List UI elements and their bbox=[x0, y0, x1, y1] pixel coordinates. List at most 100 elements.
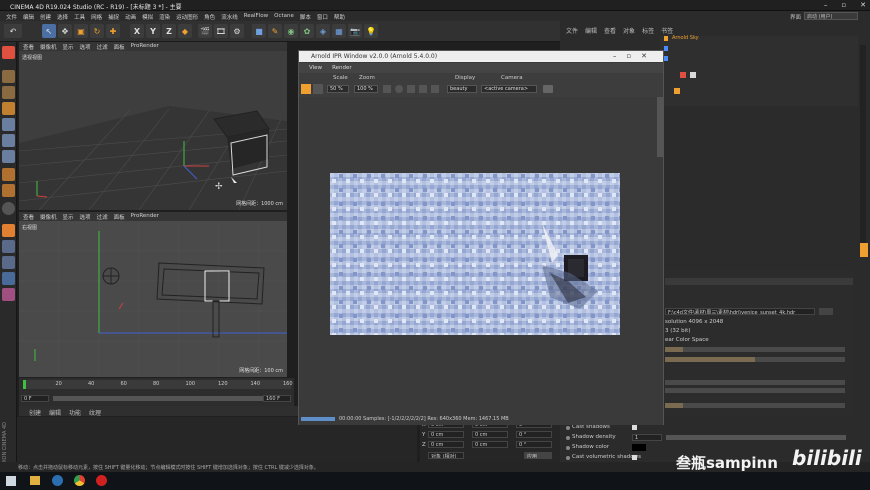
perspective-viewport[interactable]: 查看 摄像机 显示 选项 过滤 面板 ProRender 透视视图 ✢ 网格间距：1000 … bbox=[19, 42, 287, 210]
windows-start-icon[interactable] bbox=[6, 476, 16, 486]
size-y-field[interactable]: 0 cm bbox=[472, 431, 508, 438]
arnold-window-controls[interactable]: –▫✕ bbox=[613, 52, 657, 60]
viewport-menu-item-1[interactable]: 摄像机 bbox=[40, 213, 57, 221]
viewport-menu-item-5[interactable]: 面板 bbox=[114, 213, 125, 221]
x-axis-icon[interactable]: X bbox=[130, 24, 144, 38]
coordinate-system-icon[interactable]: ◆ bbox=[178, 24, 192, 38]
material-menu-item-3[interactable]: 纹理 bbox=[89, 408, 101, 417]
coord-mode-select[interactable]: 对象 (相对) bbox=[428, 452, 464, 459]
browse-button[interactable] bbox=[819, 308, 833, 315]
menu-item-5[interactable]: 网格 bbox=[91, 13, 102, 21]
viewport-menu-item-1[interactable]: 摄像机 bbox=[40, 43, 57, 51]
keyframe-dot-icon[interactable] bbox=[566, 436, 570, 440]
keyframe-dot-icon[interactable] bbox=[566, 456, 570, 460]
array-icon[interactable]: ✿ bbox=[300, 24, 314, 38]
y-field[interactable]: 0 cm bbox=[428, 431, 464, 438]
menu-item-8[interactable]: 模拟 bbox=[142, 13, 153, 21]
keyframe-dot-icon[interactable] bbox=[566, 426, 570, 430]
lock-icon[interactable] bbox=[395, 85, 403, 93]
viewport-menu-item-4[interactable]: 过滤 bbox=[97, 43, 108, 51]
object-tab-2[interactable]: 查看 bbox=[604, 26, 616, 35]
menu-item-10[interactable]: 运动图形 bbox=[176, 13, 198, 21]
chrome-icon[interactable] bbox=[74, 475, 85, 486]
snap-icon[interactable] bbox=[2, 184, 15, 197]
viewport-menu-item-2[interactable]: 显示 bbox=[63, 213, 74, 221]
slider-track[interactable] bbox=[665, 403, 845, 408]
zoom-select[interactable]: 100 % bbox=[354, 85, 378, 93]
file-explorer-icon[interactable] bbox=[30, 476, 40, 485]
material-menu-item-1[interactable]: 编辑 bbox=[49, 408, 61, 417]
minimize-icon[interactable]: – bbox=[824, 1, 828, 9]
rotate-icon[interactable]: ↻ bbox=[90, 24, 104, 38]
preview-range-slider[interactable] bbox=[53, 396, 279, 401]
viewport-menu-item-2[interactable]: 显示 bbox=[63, 43, 74, 51]
live-select-icon[interactable]: ↖ bbox=[42, 24, 56, 38]
recorder-icon[interactable] bbox=[96, 475, 107, 486]
c4d-taskbar-icon[interactable] bbox=[52, 475, 63, 486]
polygons-mode-icon[interactable] bbox=[2, 150, 15, 163]
viewport-menu-item-0[interactable]: 查看 bbox=[23, 213, 34, 221]
recent-tool-icon[interactable]: ✚ bbox=[106, 24, 120, 38]
menu-item-11[interactable]: 角色 bbox=[204, 13, 215, 21]
make-editable-icon[interactable] bbox=[2, 46, 15, 59]
axis-mode-icon[interactable] bbox=[2, 168, 15, 181]
dropdown[interactable] bbox=[665, 388, 845, 393]
end-frame-field[interactable]: 160 F bbox=[263, 395, 291, 402]
menu-item-15[interactable]: 脚本 bbox=[300, 13, 311, 21]
menu-item-7[interactable]: 动画 bbox=[125, 13, 136, 21]
keyframe-dot-icon[interactable] bbox=[566, 446, 570, 450]
viewport-menu-item-6[interactable]: ProRender bbox=[131, 43, 159, 50]
scale-icon[interactable]: ▣ bbox=[74, 24, 88, 38]
display-select[interactable]: beauty bbox=[447, 85, 477, 93]
object-tab-3[interactable]: 对象 bbox=[623, 26, 635, 35]
object-tab-1[interactable]: 编辑 bbox=[585, 26, 597, 35]
viewport-menu-item-6[interactable]: ProRender bbox=[131, 213, 159, 220]
playhead[interactable] bbox=[23, 380, 26, 389]
color-icon[interactable] bbox=[407, 85, 415, 93]
arnold-side-scrollbar[interactable] bbox=[657, 97, 663, 157]
slider-track[interactable] bbox=[665, 357, 845, 362]
menu-item-2[interactable]: 创建 bbox=[40, 13, 51, 21]
region-icon[interactable] bbox=[383, 85, 391, 93]
menu-item-4[interactable]: 工具 bbox=[74, 13, 85, 21]
b-field[interactable]: 0 ° bbox=[516, 441, 552, 448]
points-mode-icon[interactable] bbox=[2, 118, 15, 131]
object-row[interactable]: Arnold Sky bbox=[664, 35, 850, 43]
apply-button[interactable]: 应用 bbox=[524, 452, 552, 459]
snapshot-camera-icon[interactable] bbox=[543, 85, 553, 93]
crop-icon[interactable] bbox=[419, 85, 427, 93]
z-axis-icon[interactable]: Z bbox=[162, 24, 176, 38]
arnold-menu-item-0[interactable]: View bbox=[309, 65, 322, 71]
xp-icon[interactable] bbox=[2, 288, 15, 301]
material-menu-item-2[interactable]: 功能 bbox=[69, 408, 81, 417]
object-tab-4[interactable]: 标签 bbox=[642, 26, 654, 35]
menu-item-6[interactable]: 捕捉 bbox=[108, 13, 119, 21]
menu-item-17[interactable]: 帮助 bbox=[334, 13, 345, 21]
object-tab-5[interactable]: 书签 bbox=[661, 26, 673, 35]
deformer-icon[interactable]: ◈ bbox=[316, 24, 330, 38]
workplane-icon[interactable] bbox=[2, 102, 15, 115]
move-icon[interactable]: ✥ bbox=[58, 24, 72, 38]
menu-item-14[interactable]: Octane bbox=[274, 13, 294, 21]
viewport-menu-item-0[interactable]: 查看 bbox=[23, 43, 34, 51]
close-icon[interactable]: ✕ bbox=[860, 1, 866, 9]
z-field[interactable]: 0 cm bbox=[428, 441, 464, 448]
viewport-menu-item-4[interactable]: 过滤 bbox=[97, 213, 108, 221]
object-tab-0[interactable]: 文件 bbox=[566, 26, 578, 35]
arnold-menu-item-1[interactable]: Render bbox=[332, 65, 352, 71]
render-view-icon[interactable]: 🎬 bbox=[198, 24, 212, 38]
right-scrollbar[interactable] bbox=[860, 45, 866, 245]
timeline[interactable]: 020406080100120140160 0 F 160 F bbox=[19, 378, 294, 406]
shadow-density-field[interactable]: 1 bbox=[632, 434, 662, 441]
size-z-field[interactable]: 0 cm bbox=[472, 441, 508, 448]
model-mode-icon[interactable] bbox=[2, 70, 15, 83]
menu-item-9[interactable]: 渲染 bbox=[159, 13, 170, 21]
solo-icon[interactable] bbox=[2, 202, 15, 215]
viewport-menu-item-5[interactable]: 面板 bbox=[114, 43, 125, 51]
material-menu-item-0[interactable]: 创建 bbox=[29, 408, 41, 417]
start-frame-field[interactable]: 0 F bbox=[21, 395, 49, 402]
floor-icon[interactable]: ▦ bbox=[332, 24, 346, 38]
python-icon[interactable] bbox=[2, 224, 15, 237]
menu-item-13[interactable]: RealFlow bbox=[244, 13, 268, 21]
undo-icon[interactable]: ↶ bbox=[4, 24, 22, 38]
